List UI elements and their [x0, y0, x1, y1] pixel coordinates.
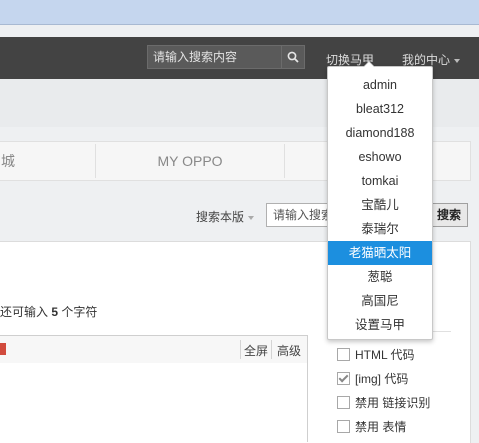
vest-item[interactable]: bleat312: [328, 97, 432, 121]
browser-chrome: [0, 0, 479, 25]
vest-item-active[interactable]: 老猫晒太阳: [328, 241, 432, 265]
toolbar-divider: [240, 340, 241, 359]
search-icon: [287, 51, 299, 63]
editor-textarea[interactable]: [0, 363, 308, 442]
nav-item-my-oppo[interactable]: MY OPPO: [96, 142, 284, 180]
toolbar-divider: [271, 340, 272, 359]
fullscreen-button[interactable]: 全屏: [244, 342, 268, 359]
vest-item[interactable]: 宝酷儿: [328, 193, 432, 217]
chevron-down-icon: [248, 215, 255, 220]
board-search-label: 搜索本版: [196, 210, 245, 224]
vest-item[interactable]: 高国尼: [328, 289, 432, 313]
checkbox[interactable]: [337, 396, 350, 409]
advanced-button[interactable]: 高级: [277, 342, 301, 359]
option-html-code[interactable]: HTML 代码: [337, 346, 415, 363]
nav-item-city[interactable]: 城: [0, 142, 18, 180]
pdf-icon[interactable]: [0, 343, 6, 355]
vest-item[interactable]: 葱聪: [328, 265, 432, 289]
search-input[interactable]: [147, 45, 282, 69]
chevron-down-icon: [454, 58, 461, 63]
option-disable-link[interactable]: 禁用 链接识别: [337, 394, 430, 411]
option-label: 禁用 链接识别: [355, 396, 431, 410]
nav-divider: [284, 144, 285, 178]
vest-item[interactable]: diamond188: [328, 121, 432, 145]
vest-item[interactable]: admin: [328, 73, 432, 97]
search-button[interactable]: [281, 45, 305, 69]
vest-item[interactable]: 泰瑞尔: [328, 217, 432, 241]
option-disable-smilies[interactable]: 禁用 表情: [337, 418, 406, 435]
option-label: 禁用 表情: [355, 420, 407, 434]
checkbox[interactable]: [337, 420, 350, 433]
dropdown-pointer: [363, 61, 375, 67]
editor-toolbar: 全屏 高级: [0, 335, 308, 364]
remaining-prefix: 还可输入: [0, 305, 49, 319]
vest-dropdown: admin bleat312 diamond188 eshowo tomkai …: [327, 61, 433, 340]
char-remaining: 还可输入 5 个字符: [0, 303, 97, 320]
vest-item[interactable]: eshowo: [328, 145, 432, 169]
remaining-suffix: 个字符: [61, 305, 98, 319]
option-img-code[interactable]: [img] 代码: [337, 370, 408, 387]
vest-item[interactable]: tomkai: [328, 169, 432, 193]
checkbox[interactable]: [337, 348, 350, 361]
option-label: HTML 代码: [355, 348, 415, 362]
checkbox-checked[interactable]: [337, 372, 350, 385]
my-center-label: 我的中心: [402, 53, 451, 67]
board-search-select[interactable]: 搜索本版: [196, 208, 255, 225]
option-label: [img] 代码: [355, 372, 409, 386]
vest-list: admin bleat312 diamond188 eshowo tomkai …: [328, 73, 432, 337]
set-vest-item[interactable]: 设置马甲: [328, 313, 432, 337]
remaining-count: 5: [51, 305, 59, 319]
